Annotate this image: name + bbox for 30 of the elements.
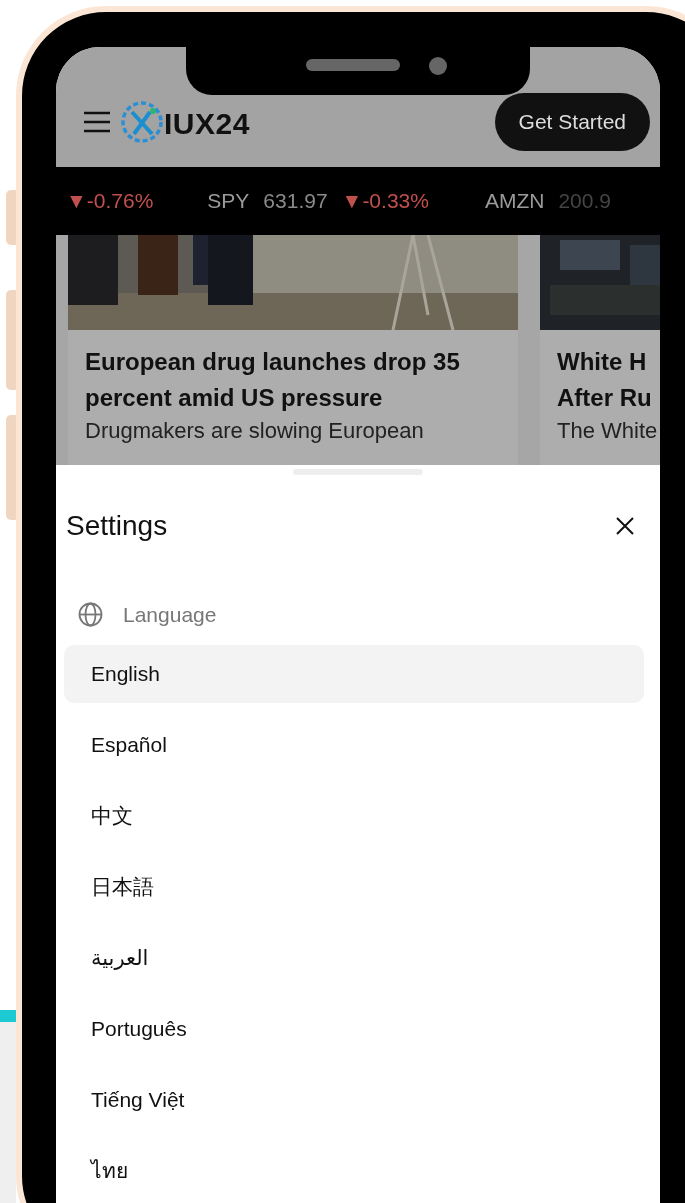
globe-icon bbox=[78, 602, 103, 628]
close-icon[interactable] bbox=[616, 517, 634, 535]
ticker-symbol: AMZN bbox=[484, 188, 545, 215]
ticker-change: ▼-0.33% bbox=[341, 188, 429, 215]
camera-lens bbox=[429, 57, 447, 75]
menu-icon[interactable] bbox=[84, 111, 110, 133]
language-option[interactable]: 中文 bbox=[64, 786, 644, 845]
language-option[interactable]: Português bbox=[64, 999, 644, 1058]
news-card[interactable]: White H After Ru The White bbox=[540, 235, 660, 465]
language-option[interactable]: ไทย bbox=[64, 1141, 644, 1200]
language-option[interactable]: العربية bbox=[64, 928, 644, 987]
sheet-title: Settings bbox=[66, 509, 168, 543]
section-label: Language bbox=[123, 602, 217, 628]
logo-text: IUX24 bbox=[164, 106, 250, 142]
ticker-symbol: SPY bbox=[207, 188, 250, 215]
ticker-change: ▼-0.76% bbox=[66, 188, 154, 215]
news-summary: The White bbox=[556, 417, 659, 444]
logo-icon bbox=[120, 100, 164, 144]
news-summary: Drugmakers are slowing European bbox=[84, 417, 425, 444]
news-title: European drug launches drop 35 percent amid US pressure bbox=[84, 347, 461, 413]
language-option[interactable]: 日本語 bbox=[64, 857, 644, 916]
language-option[interactable]: Español bbox=[64, 715, 644, 774]
accent-strip bbox=[0, 1010, 16, 1022]
ticker-price: 631.97 bbox=[263, 188, 328, 215]
ticker-price: 200.9 bbox=[558, 188, 611, 215]
news-title: White H After Ru bbox=[556, 347, 653, 413]
language-option[interactable]: Tiếng Việt bbox=[64, 1070, 644, 1129]
get-started-button[interactable]: Get Started bbox=[494, 93, 650, 151]
news-card[interactable]: European drug launches drop 35 percent amid US pressure Drugmakers are slowing European bbox=[68, 235, 518, 465]
language-option[interactable]: English bbox=[64, 644, 644, 703]
